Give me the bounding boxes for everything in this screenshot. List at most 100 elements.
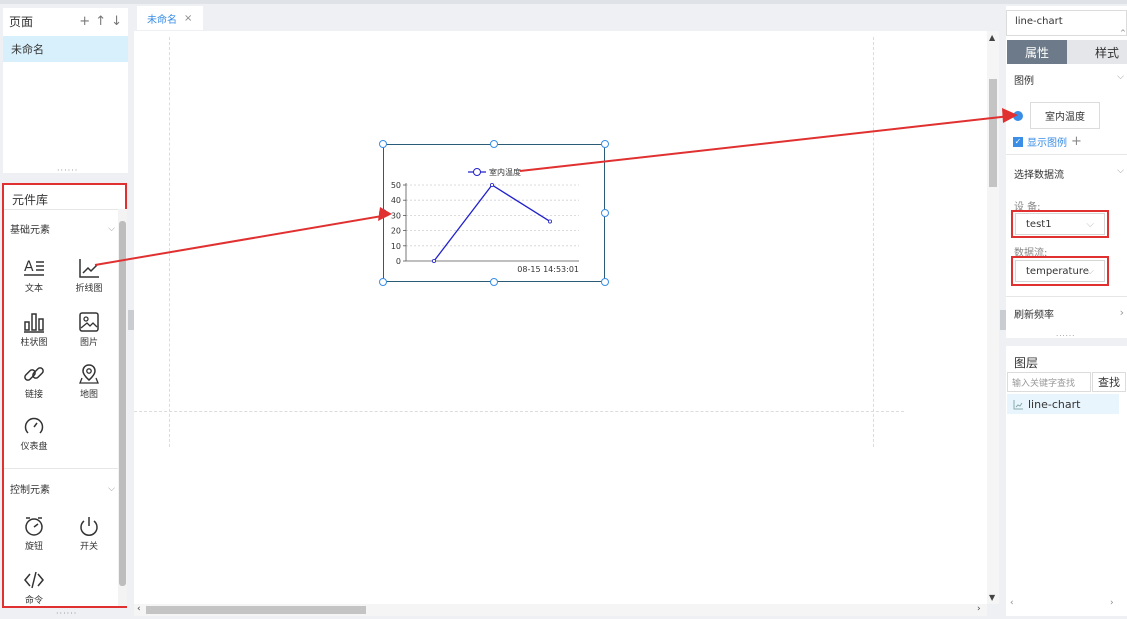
close-icon[interactable]: × (184, 13, 192, 24)
add-page-icon[interactable]: + (79, 14, 90, 29)
image-icon (59, 309, 119, 335)
resize-handle-dot[interactable] (379, 278, 387, 286)
tab-style[interactable]: 样式 (1067, 40, 1127, 64)
x-tick-label: 08-15 14:53:01 (517, 265, 579, 274)
resize-handle[interactable]: ······ (57, 166, 78, 175)
legend-item-field[interactable]: 室内温度 (1030, 102, 1100, 129)
lib-item-label: 文本 (24, 284, 43, 294)
layer-item-label: line-chart (1028, 397, 1081, 411)
layer-search-button[interactable]: 查找 (1092, 372, 1126, 392)
scroll-down-icon[interactable]: ▼ (989, 593, 995, 602)
canvas-hscroll-thumb[interactable] (146, 606, 366, 614)
lib-item-label: 柱状图 (20, 338, 48, 348)
component-library: 元件库 基础元素 ⌵ A 文本 折线图 柱状图 图片 链接 地图 仪表盘 控制元… (2, 183, 127, 608)
device-select[interactable]: test1 ⌵ (1015, 213, 1105, 235)
stream-select-highlight: temperature ⌵ (1011, 256, 1109, 286)
y-tick-label: 30 (391, 211, 401, 220)
lib-item-linechart[interactable]: 折线图 (59, 255, 119, 294)
lib-item-switch[interactable]: 开关 (59, 513, 119, 552)
y-tick-label: 10 (391, 242, 401, 251)
tab-properties[interactable]: 属性 (1007, 40, 1067, 64)
lib-item-text[interactable]: A 文本 (4, 255, 64, 294)
data-point (490, 183, 495, 188)
line-chart-icon (1013, 399, 1024, 410)
text-icon: A (4, 255, 64, 281)
scroll-right-icon[interactable]: › (1110, 598, 1114, 608)
lib-item-command[interactable]: 命令 (4, 567, 64, 606)
link-icon (4, 361, 64, 387)
stream-select[interactable]: temperature ⌵ (1015, 260, 1105, 282)
chart-svg: 0 10 20 30 40 50 08-15 14:53:01 室内温度 (391, 167, 579, 274)
chevron-down-icon: ⌵ (1086, 265, 1094, 277)
layer-item[interactable]: line-chart (1007, 394, 1119, 414)
library-title: 元件库 (12, 193, 49, 207)
line-chart-icon (59, 255, 119, 281)
power-icon (59, 513, 119, 539)
canvas-hscroll[interactable]: ‹ › (134, 604, 987, 616)
lib-item-label: 命令 (24, 596, 43, 606)
resize-handle[interactable]: ······ (1056, 332, 1075, 340)
resize-handle-dot[interactable] (379, 140, 387, 148)
lib-item-label: 折线图 (75, 284, 103, 294)
legend-section-title: 图例 (1014, 76, 1034, 87)
datastream-section-title: 选择数据流 (1014, 170, 1064, 181)
gauge-icon (4, 413, 64, 439)
legend-section-header[interactable]: 图例 ⌵ (1014, 72, 1124, 87)
stream-select-value: temperature (1026, 265, 1089, 277)
legend-color-dot[interactable] (1013, 111, 1023, 121)
layer-search-input[interactable]: 输入关键字查找 (1007, 372, 1091, 392)
editor-tab-label: 未命名 (147, 14, 177, 26)
lib-item-barchart[interactable]: 柱状图 (4, 309, 64, 348)
properties-panel: line-chart 属性 样式 图例 ⌵ 室内温度 ✓ 显示图例 + 选择数据… (1006, 6, 1127, 340)
lib-item-label: 开关 (79, 542, 98, 552)
component-name-field[interactable]: line-chart (1006, 10, 1127, 36)
code-icon (4, 567, 64, 593)
page-item[interactable]: 未命名 (3, 36, 128, 62)
editor-tab[interactable]: 未命名 × (137, 6, 203, 30)
legend-marker (473, 168, 481, 176)
resize-handle-dot[interactable] (490, 278, 498, 286)
scroll-left-icon[interactable]: ‹ (137, 604, 141, 614)
lib-item-map[interactable]: 地图 (59, 361, 119, 400)
lib-item-link[interactable]: 链接 (4, 361, 64, 400)
chevron-down-icon: ⌵ (108, 223, 115, 234)
y-tick-label: 50 (391, 181, 401, 190)
scroll-up-icon[interactable]: ^ (1120, 29, 1126, 37)
map-pin-icon (59, 361, 119, 387)
scroll-left-icon[interactable]: ‹ (1010, 598, 1014, 608)
resize-handle-dot[interactable] (379, 209, 387, 217)
pages-header: 页面 + ↑ ↓ (3, 8, 128, 34)
lib-item-knob[interactable]: 旋钮 (4, 513, 64, 552)
refresh-section-title: 刷新频率 (1014, 310, 1054, 321)
y-tick-label: 40 (391, 196, 401, 205)
bar-chart-icon (4, 309, 64, 335)
series-line (433, 184, 551, 262)
lib-item-gauge[interactable]: 仪表盘 (4, 413, 64, 452)
add-legend-icon[interactable]: + (1071, 134, 1082, 149)
group-control-header[interactable]: 控制元素 ⌵ (10, 481, 115, 497)
scroll-right-icon[interactable]: › (977, 604, 981, 614)
resize-handle-dot[interactable] (490, 140, 498, 148)
scroll-up-icon[interactable]: ▲ (989, 33, 995, 42)
top-strip (0, 0, 1127, 4)
resize-handle[interactable]: ······ (56, 609, 77, 618)
move-up-icon[interactable]: ↑ (95, 14, 106, 29)
canvas-vscroll[interactable]: ▲ ▼ (987, 31, 999, 604)
move-down-icon[interactable]: ↓ (111, 14, 122, 29)
resize-handle-dot[interactable] (601, 278, 609, 286)
properties-scrollbar[interactable]: ^ (1120, 29, 1127, 330)
library-scrollbar[interactable] (118, 209, 127, 606)
show-legend-checkbox[interactable]: ✓ 显示图例 + (1013, 134, 1082, 149)
group-basic-header[interactable]: 基础元素 ⌵ (10, 221, 115, 237)
device-select-value: test1 (1026, 218, 1052, 230)
canvas-area[interactable]: 0 10 20 30 40 50 08-15 14:53:01 室内温度 (134, 31, 987, 604)
lib-item-image[interactable]: 图片 (59, 309, 119, 348)
canvas-vscroll-thumb[interactable] (989, 79, 997, 187)
lib-item-label: 仪表盘 (20, 442, 48, 452)
resize-handle-dot[interactable] (601, 140, 609, 148)
refresh-section-header[interactable]: 刷新频率 › (1014, 306, 1124, 321)
datastream-section-header[interactable]: 选择数据流 ⌵ (1014, 166, 1124, 181)
resize-handle-dot[interactable] (601, 209, 609, 217)
library-scroll-thumb[interactable] (119, 221, 126, 586)
line-chart-widget[interactable]: 0 10 20 30 40 50 08-15 14:53:01 室内温度 (383, 144, 605, 282)
